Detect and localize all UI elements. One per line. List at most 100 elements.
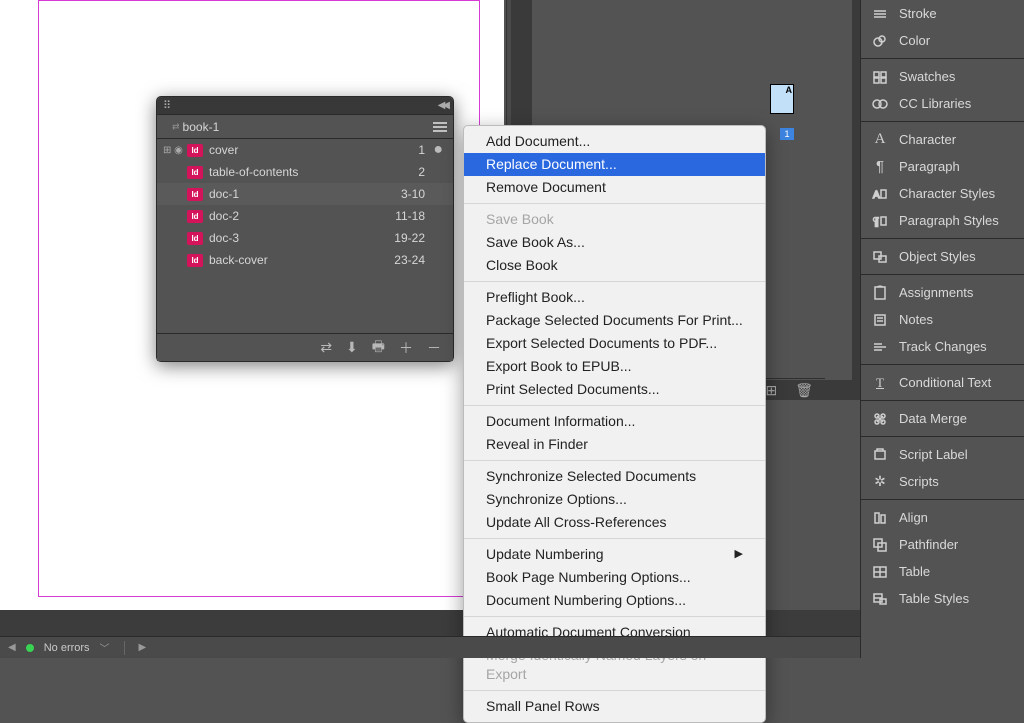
book-document-row[interactable]: Iddoc-13-10	[157, 183, 453, 205]
panel-button-object-styles[interactable]: Object Styles	[861, 243, 1024, 270]
svg-text:¶: ¶	[873, 216, 879, 228]
menu-item[interactable]: Export Selected Documents to PDF...	[464, 332, 765, 355]
preflight-status-text[interactable]: No errors	[44, 642, 90, 654]
page-thumbnail[interactable]	[770, 84, 794, 114]
menu-item[interactable]: Add Document...	[464, 130, 765, 153]
panel-grip-icon[interactable]: ⠿	[163, 99, 172, 112]
dock-group-separator	[861, 121, 1024, 122]
panel-button-notes[interactable]: Notes	[861, 306, 1024, 333]
panel-button-track-changes[interactable]: Track Changes	[861, 333, 1024, 360]
menu-item[interactable]: Small Panel Rows	[464, 695, 765, 718]
save-book-icon[interactable]: ⬇	[346, 339, 358, 356]
scriptlabel-icon	[871, 447, 889, 463]
book-document-row[interactable]: Idback-cover23-24	[157, 249, 453, 271]
menu-separator	[464, 690, 765, 691]
menu-item[interactable]: Book Page Numbering Options...	[464, 566, 765, 589]
new-page-icon[interactable]: ⊞	[765, 382, 777, 399]
menu-item[interactable]: Reveal in Finder	[464, 433, 765, 456]
panel-button-stroke[interactable]: Stroke	[861, 0, 1024, 27]
menu-item[interactable]: Package Selected Documents For Print...	[464, 309, 765, 332]
book-panel-titlebar[interactable]: ⠿ ◀◀	[157, 97, 453, 115]
menu-item[interactable]: Preflight Book...	[464, 286, 765, 309]
panel-button-table[interactable]: Table	[861, 558, 1024, 585]
panel-button-align[interactable]: Align	[861, 504, 1024, 531]
book-panel-context-menu[interactable]: Add Document...Replace Document...Remove…	[463, 125, 766, 723]
panel-button-cc-libraries[interactable]: CC Libraries	[861, 90, 1024, 117]
status-prev-icon[interactable]: ◀	[8, 642, 16, 653]
dock-group-separator	[861, 274, 1024, 275]
panel-button-data-merge[interactable]: Data Merge	[861, 405, 1024, 432]
character-icon: A	[871, 132, 889, 148]
indesign-doc-icon: Id	[187, 166, 203, 179]
doc-page-range: 19-22	[375, 231, 425, 245]
submenu-arrow-icon: ▶	[735, 545, 743, 564]
tablestyles-icon	[871, 591, 889, 607]
book-panel[interactable]: ⠿ ◀◀ book-1 ⊞ ◉Idcover1●Idtable-of-conte…	[156, 96, 454, 362]
panel-button-character[interactable]: A Character	[861, 126, 1024, 153]
add-document-icon[interactable]: ＋	[399, 338, 413, 358]
doc-name: doc-3	[209, 231, 375, 245]
swatches-icon	[871, 69, 889, 85]
book-document-row[interactable]: Idtable-of-contents2	[157, 161, 453, 183]
indesign-doc-icon: Id	[187, 254, 203, 267]
panel-button-paragraph[interactable]: ¶Paragraph	[861, 153, 1024, 180]
panel-label: Character Styles	[899, 186, 995, 201]
remove-document-icon[interactable]: －	[427, 338, 441, 358]
sync-source-icon[interactable]: ⊞ ◉	[163, 145, 187, 156]
book-panel-footer: ⇄ ⬇ 🖶 ＋ －	[157, 333, 453, 361]
panel-button-script-label[interactable]: Script Label	[861, 441, 1024, 468]
book-document-row[interactable]: Iddoc-319-22	[157, 227, 453, 249]
menu-item[interactable]: Print Selected Documents...	[464, 378, 765, 401]
menu-separator	[464, 405, 765, 406]
status-divider	[124, 641, 125, 655]
book-document-row[interactable]: Iddoc-211-18	[157, 205, 453, 227]
menu-item[interactable]: Replace Document...	[464, 153, 765, 176]
panel-label: Script Label	[899, 447, 968, 462]
cc-icon	[871, 96, 889, 112]
assignments-icon	[871, 285, 889, 301]
menu-item[interactable]: Close Book	[464, 254, 765, 277]
panel-label: Data Merge	[899, 411, 967, 426]
menu-item[interactable]: Remove Document	[464, 176, 765, 199]
menu-item[interactable]: Update All Cross-References	[464, 511, 765, 534]
doc-page-range: 11-18	[375, 209, 425, 223]
panel-menu-icon[interactable]	[425, 119, 447, 135]
status-next-icon[interactable]: ▶	[139, 642, 147, 653]
panel-label: Character	[899, 132, 956, 147]
panel-button-assignments[interactable]: Assignments	[861, 279, 1024, 306]
doc-page-range: 3-10	[375, 187, 425, 201]
menu-item[interactable]: Synchronize Options...	[464, 488, 765, 511]
panel-button-table-styles[interactable]: Table Styles	[861, 585, 1024, 612]
menu-item[interactable]: Document Information...	[464, 410, 765, 433]
menu-item[interactable]: Export Book to EPUB...	[464, 355, 765, 378]
stroke-icon	[871, 6, 889, 22]
dock-group-separator	[861, 436, 1024, 437]
panel-button-pathfinder[interactable]: Pathfinder	[861, 531, 1024, 558]
panel-button-conditional-text[interactable]: TConditional Text	[861, 369, 1024, 396]
panel-button-color[interactable]: Color	[861, 27, 1024, 54]
menu-item[interactable]: Update Numbering▶	[464, 543, 765, 566]
panel-label: Conditional Text	[899, 375, 991, 390]
panel-button-scripts[interactable]: ✲Scripts	[861, 468, 1024, 495]
menu-item[interactable]: Synchronize Selected Documents	[464, 465, 765, 488]
doc-name: back-cover	[209, 253, 375, 267]
menu-item: Save Book	[464, 208, 765, 231]
panel-button-paragraph-styles[interactable]: ¶Paragraph Styles	[861, 207, 1024, 234]
sync-icon[interactable]: ⇄	[320, 339, 332, 356]
status-dropdown-icon[interactable]: ﹀	[100, 640, 110, 655]
panel-label: Swatches	[899, 69, 955, 84]
panel-collapse-icon[interactable]: ◀◀	[438, 100, 447, 111]
menu-item[interactable]: Save Book As...	[464, 231, 765, 254]
panel-button-character-styles[interactable]: A Character Styles	[861, 180, 1024, 207]
notes-icon	[871, 312, 889, 328]
panel-label: Assignments	[899, 285, 973, 300]
delete-page-icon[interactable]: 🗑	[795, 382, 813, 399]
book-document-row[interactable]: ⊞ ◉Idcover1●	[157, 139, 453, 161]
parastyles-icon: ¶	[871, 213, 889, 229]
panel-button-swatches[interactable]: Swatches	[861, 63, 1024, 90]
book-tab[interactable]: book-1	[163, 116, 227, 138]
right-panel-dock: StrokeColor Swatches CC Libraries A Characte…	[860, 0, 1024, 658]
print-book-icon[interactable]: 🖶	[372, 336, 385, 360]
charstyles-icon: A	[871, 186, 889, 202]
menu-item[interactable]: Document Numbering Options...	[464, 589, 765, 612]
